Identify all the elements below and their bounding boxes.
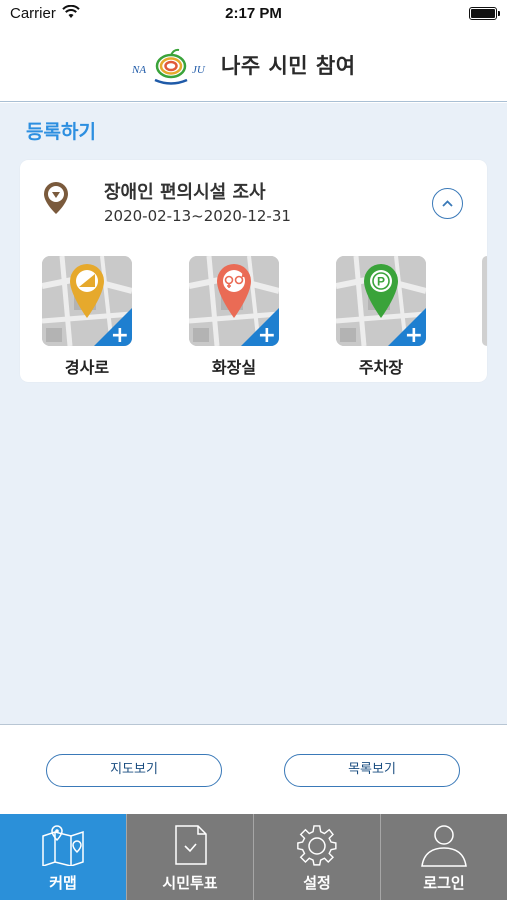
section-title: 등록하기 [26, 121, 96, 143]
tab-settings[interactable]: 설정 [254, 814, 381, 900]
location-pin-icon [44, 182, 68, 214]
category-label: 경사로 [64, 358, 110, 377]
category-label: 주차장 [358, 358, 404, 377]
main-content: 등록하기 장애인 편의시설 조사 2020-02-13~2020-12-31 +… [0, 103, 507, 725]
battery-icon [469, 7, 500, 20]
category-tile-restroom[interactable]: + 화장실 [189, 256, 279, 378]
survey-card: 장애인 편의시설 조사 2020-02-13~2020-12-31 + 경사로 … [20, 160, 487, 382]
gear-icon [297, 825, 337, 866]
survey-title: 장애인 편의시설 조사 [104, 182, 266, 203]
chevron-up-icon [442, 200, 453, 207]
map-view-button[interactable]: 지도보기 [46, 754, 222, 787]
person-icon [421, 825, 467, 867]
svg-text:JU: JU [192, 64, 206, 76]
tab-label: 시민투표 [162, 874, 218, 892]
vote-document-icon [175, 825, 207, 865]
category-tile-overflow[interactable] [482, 256, 487, 346]
add-icon: + [257, 323, 276, 347]
category-thumb: P + [336, 256, 426, 346]
naju-logo: NA JU [131, 48, 206, 85]
tab-login[interactable]: 로그인 [381, 814, 507, 900]
app-header: NA JU 나주 시민 참여 [0, 28, 507, 102]
category-thumb: + [42, 256, 132, 346]
svg-text:NA: NA [131, 64, 146, 76]
tab-vote[interactable]: 시민투표 [127, 814, 254, 900]
collapse-button[interactable] [432, 188, 463, 219]
category-label: 화장실 [211, 358, 257, 377]
app-title: 나주 시민 참여 [221, 54, 356, 78]
map-icon [42, 825, 84, 866]
survey-date-range: 2020-02-13~2020-12-31 [104, 207, 291, 225]
tab-map[interactable]: 커맵 [0, 814, 127, 900]
category-tile-parking[interactable]: P + 주차장 [336, 256, 426, 378]
list-view-button[interactable]: 목록보기 [284, 754, 460, 787]
category-thumb: + [189, 256, 279, 346]
add-icon: + [404, 323, 423, 347]
status-bar: Carrier 2:17 PM [0, 0, 507, 28]
clock: 2:17 PM [225, 5, 282, 22]
tab-label: 로그인 [423, 874, 465, 892]
add-icon: + [110, 323, 129, 347]
view-toggle-bar: 지도보기 목록보기 [0, 726, 507, 814]
category-tile-ramp[interactable]: + 경사로 [42, 256, 132, 378]
tab-bar: 커맵 시민투표 설정 로그인 [0, 814, 507, 900]
tab-label: 커맵 [49, 874, 77, 892]
tab-label: 설정 [303, 874, 331, 892]
svg-text:P: P [377, 275, 385, 289]
